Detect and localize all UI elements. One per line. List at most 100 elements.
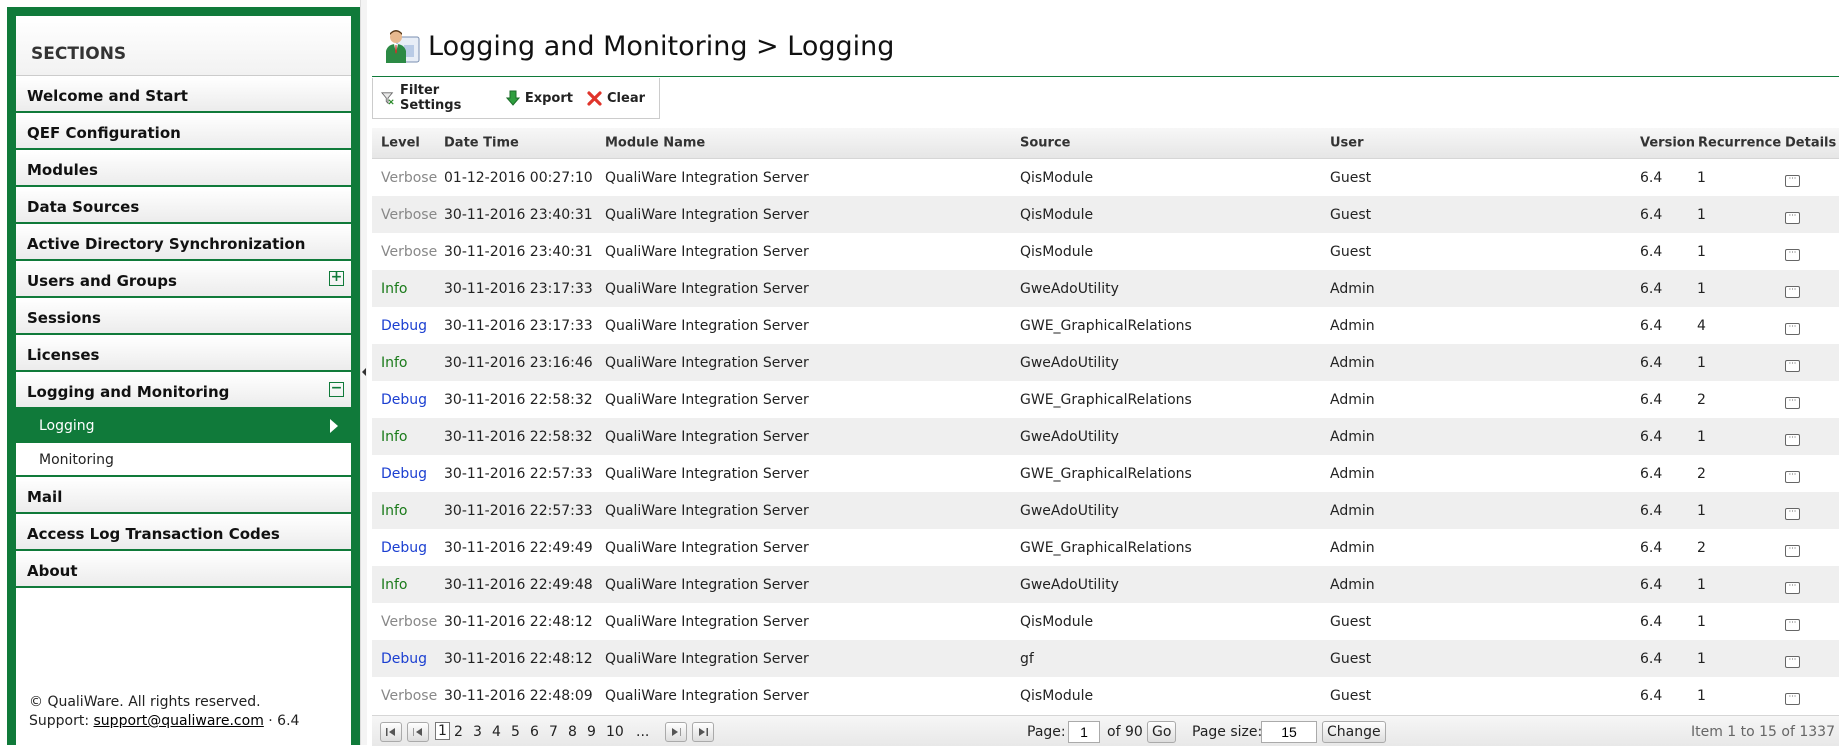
table-row[interactable]: Verbose 30-11-2016 22:48:09 QualiWare Inte… (372, 677, 1839, 714)
cell-user: Guest (1330, 243, 1372, 260)
nav-item-sessions[interactable]: Sessions (16, 298, 351, 335)
details-icon[interactable]: ··· (1785, 655, 1800, 668)
details-icon[interactable]: ··· (1785, 581, 1800, 594)
first-page-button[interactable] (380, 722, 402, 742)
table-row[interactable]: Info 30-11-2016 22:57:33 QualiWare Integra… (372, 492, 1839, 529)
next-page-button[interactable] (665, 722, 687, 742)
nav-item-mail[interactable]: Mail (16, 477, 351, 514)
page-size-input[interactable] (1261, 721, 1317, 743)
details-icon[interactable]: ··· (1785, 433, 1800, 446)
page-number[interactable]: 9 (587, 724, 596, 740)
table-row[interactable]: Verbose 30-11-2016 22:48:12 QualiWare Inte… (372, 603, 1839, 640)
header-level[interactable]: Level (381, 136, 420, 151)
details-icon[interactable]: ··· (1785, 396, 1800, 409)
table-row[interactable]: Verbose 30-11-2016 23:40:31 QualiWare Inte… (372, 233, 1839, 270)
page-number[interactable]: 7 (549, 724, 558, 740)
nav-item-about[interactable]: About (16, 551, 351, 588)
details-icon[interactable]: ··· (1785, 174, 1800, 187)
page-number[interactable]: 6 (530, 724, 539, 740)
nav-item-access-log-transaction-codes[interactable]: Access Log Transaction Codes (16, 514, 351, 551)
export-label: Export (524, 90, 573, 106)
header-datetime[interactable]: Date Time (444, 136, 519, 151)
cell-details: ··· (1785, 613, 1800, 631)
support-email-link[interactable]: support@qualiware.com (94, 713, 264, 729)
page-number[interactable]: 5 (511, 724, 520, 740)
cell-level: Info (381, 428, 408, 445)
last-page-button[interactable] (692, 722, 714, 742)
page-ellipsis[interactable]: ... (636, 724, 649, 740)
header-source[interactable]: Source (1020, 136, 1070, 151)
table-row[interactable]: Debug 30-11-2016 22:58:32 QualiWare Integr… (372, 381, 1839, 418)
table-row[interactable]: Info 30-11-2016 22:49:48 QualiWare Integra… (372, 566, 1839, 603)
table-row[interactable]: Info 30-11-2016 23:17:33 QualiWare Integra… (372, 270, 1839, 307)
nav-subitem-monitoring[interactable]: Monitoring (16, 443, 351, 477)
filter-settings-button[interactable]: Filter Settings (381, 83, 492, 113)
table-row[interactable]: Info 30-11-2016 22:58:32 QualiWare Integra… (372, 418, 1839, 455)
details-icon[interactable]: ··· (1785, 359, 1800, 372)
change-page-size-button[interactable]: Change (1322, 721, 1386, 743)
nav-item-welcome-and-start[interactable]: Welcome and Start (16, 76, 351, 113)
nav-item-licenses[interactable]: Licenses (16, 335, 351, 372)
expand-icon[interactable]: + (329, 270, 344, 286)
table-row[interactable]: Debug 30-11-2016 22:48:12 QualiWare Integr… (372, 640, 1839, 677)
header-user[interactable]: User (1330, 136, 1364, 151)
cell-level: Debug (381, 650, 428, 667)
table-row[interactable]: Verbose 30-11-2016 23:40:31 QualiWare Inte… (372, 196, 1839, 233)
page-number[interactable]: 3 (473, 724, 482, 740)
table-row[interactable]: Debug 30-11-2016 22:57:33 QualiWare Integr… (372, 455, 1839, 492)
cell-datetime: 30-11-2016 22:48:12 (444, 650, 593, 667)
header-version[interactable]: Version (1640, 136, 1695, 151)
cell-details: ··· (1785, 650, 1800, 668)
cell-details: ··· (1785, 465, 1800, 483)
cell-source: QisModule (1020, 169, 1094, 186)
nav-item-active-directory-synchronization[interactable]: Active Directory Synchronization (16, 224, 351, 261)
details-icon[interactable]: ··· (1785, 618, 1800, 631)
nav-item-modules[interactable]: Modules (16, 150, 351, 187)
nav-item-users-and-groups[interactable]: Users and Groups + (16, 261, 351, 298)
details-icon[interactable]: ··· (1785, 211, 1800, 224)
nav-subitem-logging[interactable]: Logging (16, 409, 351, 443)
page-number[interactable]: 4 (492, 724, 501, 740)
table-row[interactable]: Debug 30-11-2016 22:49:49 QualiWare Integr… (372, 529, 1839, 566)
prev-page-button[interactable] (407, 722, 429, 742)
page-number[interactable]: 10 (606, 724, 624, 740)
go-button[interactable]: Go (1147, 721, 1177, 743)
nav-item-data-sources[interactable]: Data Sources (16, 187, 351, 224)
page-number[interactable]: 2 (454, 724, 463, 740)
download-arrow-icon (505, 90, 520, 106)
pager: 123456789 10... Page: of 90 Go Page size:… (372, 715, 1839, 746)
table-row[interactable]: Debug 30-11-2016 23:17:33 QualiWare Integr… (372, 307, 1839, 344)
details-icon[interactable]: ··· (1785, 470, 1800, 483)
details-icon[interactable]: ··· (1785, 507, 1800, 520)
cell-details: ··· (1785, 317, 1800, 335)
cell-level: Debug (381, 317, 428, 334)
details-icon[interactable]: ··· (1785, 692, 1800, 705)
table-row[interactable]: Info 30-11-2016 23:16:46 QualiWare Integra… (372, 344, 1839, 381)
page-number[interactable]: 1 (435, 722, 450, 740)
page-number-input[interactable] (1068, 721, 1100, 743)
sidebar: SECTIONS Welcome and Start QEF Configurat… (7, 7, 360, 745)
details-icon[interactable]: ··· (1785, 248, 1800, 261)
sidebar-splitter[interactable] (360, 0, 367, 745)
page-number[interactable]: 8 (568, 724, 577, 740)
nav-item-qef-configuration[interactable]: QEF Configuration (16, 113, 351, 150)
header-details[interactable]: Details (1785, 136, 1836, 151)
header-module-name[interactable]: Module Name (605, 136, 705, 151)
collapse-arrow-icon[interactable] (362, 368, 366, 376)
cell-recurrence: 1 (1697, 687, 1706, 704)
clear-button[interactable]: Clear (587, 91, 645, 106)
details-icon[interactable]: ··· (1785, 285, 1800, 298)
details-icon[interactable]: ··· (1785, 322, 1800, 335)
details-icon[interactable]: ··· (1785, 544, 1800, 557)
cell-module: QualiWare Integration Server (605, 280, 809, 297)
cell-user: Guest (1330, 687, 1372, 704)
export-button[interactable]: Export (505, 90, 573, 106)
header-recurrence[interactable]: Recurrence (1698, 136, 1781, 151)
nav-item-logging-and-monitoring[interactable]: Logging and Monitoring − (16, 372, 351, 409)
collapse-icon[interactable]: − (329, 381, 344, 397)
page-count-text: of 90 (1107, 724, 1143, 740)
cell-recurrence: 2 (1697, 391, 1706, 408)
cell-details: ··· (1785, 206, 1800, 224)
nav-item-label: Logging and Monitoring (27, 383, 230, 401)
table-row[interactable]: Verbose 01-12-2016 00:27:10 QualiWare Inte… (372, 159, 1839, 196)
